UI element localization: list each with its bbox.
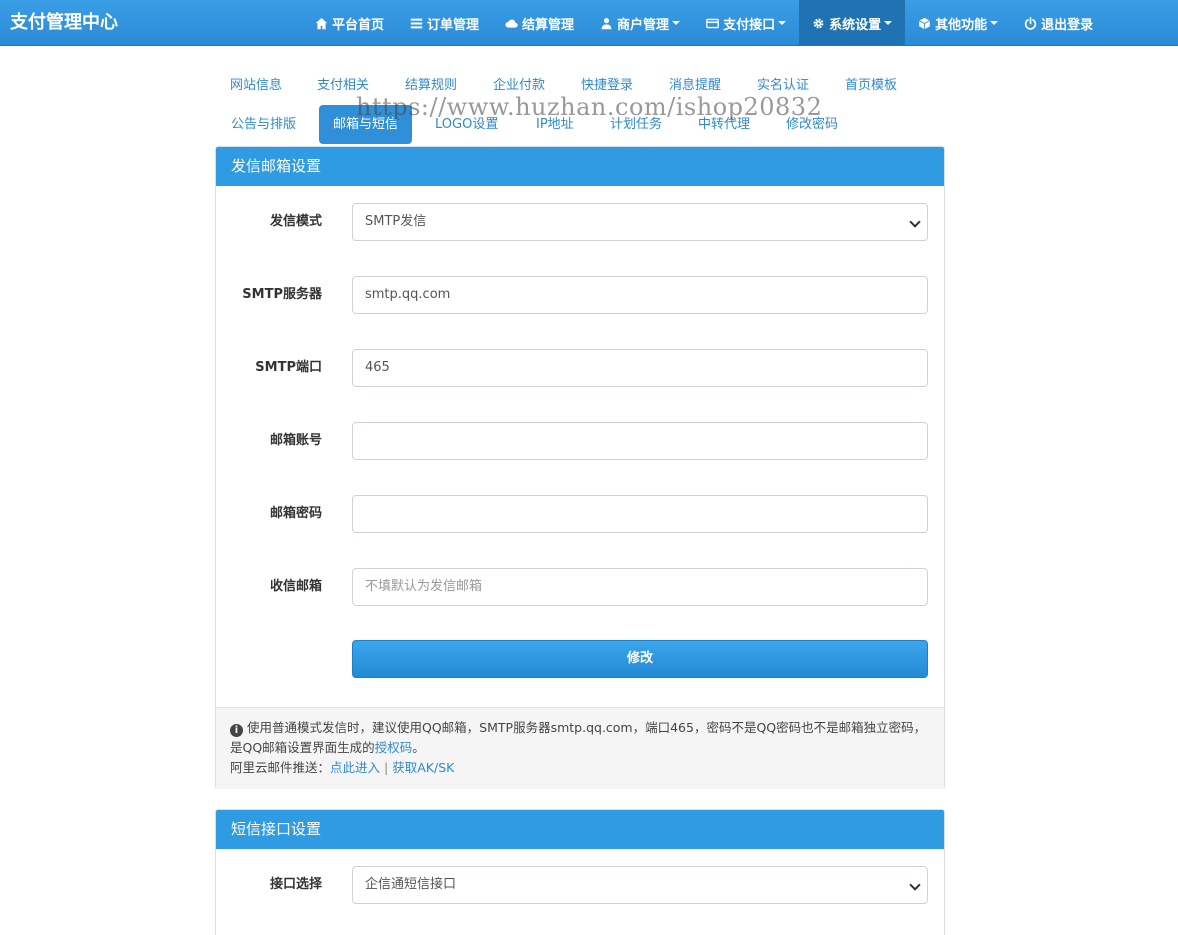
- caret-down-icon: [778, 21, 787, 25]
- chevron-down-icon: [909, 879, 921, 891]
- cube-icon: [919, 17, 931, 29]
- tab-payment[interactable]: 支付相关: [303, 66, 383, 105]
- field-label: 邮箱密码: [269, 506, 322, 521]
- tab-site-info[interactable]: 网站信息: [216, 66, 296, 105]
- aliyun-enter-link[interactable]: 点此进入: [330, 760, 380, 775]
- power-icon: [1024, 16, 1037, 30]
- tab-change-password[interactable]: 修改密码: [772, 105, 852, 144]
- nav-item-merchants[interactable]: 商户管理: [587, 0, 693, 46]
- form-row-email-password: 邮箱密码: [216, 495, 944, 533]
- nav-item-label: 系统设置: [829, 17, 882, 33]
- caret-down-icon: [990, 21, 999, 25]
- help-line-1: i 使用普通模式发信时，建议使用QQ邮箱，SMTP服务器smtp.qq.com，端…: [230, 718, 930, 758]
- form-row-sms-provider: 接口选择 企信通短信接口: [216, 866, 944, 904]
- nav-item-label: 支付接口: [723, 17, 776, 33]
- tab-announcement-layout[interactable]: 公告与排版: [217, 105, 310, 144]
- top-navbar: 支付管理中心 平台首页 订单管理 结算管理 商户管理 支付接口 系统设置 其他功…: [0, 0, 1178, 46]
- nav-item-logout[interactable]: 退出登录: [1011, 0, 1106, 46]
- field-label: 接口选择: [269, 877, 322, 892]
- tab-settlement-rules[interactable]: 结算规则: [391, 66, 471, 105]
- field-label: 邮箱账号: [269, 433, 322, 448]
- brand-title[interactable]: 支付管理中心: [10, 8, 118, 34]
- main-nav: 平台首页 订单管理 结算管理 商户管理 支付接口 系统设置 其他功能 退出登录: [302, 0, 1106, 46]
- field-label: SMTP服务器: [242, 287, 322, 302]
- tab-relay-proxy[interactable]: 中转代理: [684, 105, 764, 144]
- receive-email-input[interactable]: 不填默认为发信邮箱: [352, 568, 928, 606]
- form-row-smtp-server: SMTP服务器 smtp.qq.com: [216, 276, 944, 314]
- submit-button[interactable]: 修改: [352, 640, 928, 678]
- smtp-port-input[interactable]: 465: [352, 349, 928, 387]
- nav-item-settlement[interactable]: 结算管理: [492, 0, 587, 46]
- mail-help-footer: i 使用普通模式发信时，建议使用QQ邮箱，SMTP服务器smtp.qq.com，端…: [216, 707, 944, 789]
- nav-item-other-functions[interactable]: 其他功能: [905, 0, 1011, 46]
- get-aksk-link[interactable]: 获取AK/SK: [392, 760, 454, 775]
- form-row-receive-email: 收信邮箱 不填默认为发信邮箱: [216, 568, 944, 606]
- tab-homepage-template[interactable]: 首页模板: [831, 66, 911, 105]
- tab-email-sms[interactable]: 邮箱与短信: [319, 105, 413, 144]
- auth-code-link[interactable]: 授权码: [375, 740, 413, 755]
- field-label: SMTP端口: [255, 360, 322, 375]
- info-icon: i: [230, 724, 243, 737]
- panel-title: 发信邮箱设置: [216, 147, 944, 186]
- gear-icon: [813, 18, 824, 28]
- tab-ip-address[interactable]: IP地址: [522, 105, 588, 144]
- email-password-input[interactable]: [352, 495, 928, 533]
- nav-item-label: 订单管理: [427, 17, 480, 33]
- smtp-server-input[interactable]: smtp.qq.com: [352, 276, 928, 314]
- chevron-down-icon: [909, 216, 921, 228]
- credit-card-icon: [706, 18, 719, 28]
- list-icon: [410, 18, 423, 28]
- tab-notifications[interactable]: 消息提醒: [655, 66, 735, 105]
- field-label: 收信邮箱: [269, 579, 322, 594]
- email-account-input[interactable]: [352, 422, 928, 460]
- tab-logo-settings[interactable]: LOGO设置: [421, 105, 512, 144]
- panel-title: 短信接口设置: [216, 810, 944, 849]
- form-row-email-account: 邮箱账号: [216, 422, 944, 460]
- tab-enterprise-payment[interactable]: 企业付款: [479, 66, 559, 105]
- send-mode-select[interactable]: SMTP发信: [352, 203, 928, 241]
- nav-item-system-settings[interactable]: 系统设置: [799, 0, 906, 46]
- help-line-2: 阿里云邮件推送：点此进入 | 获取AK/SK: [230, 758, 930, 778]
- select-value: SMTP发信: [365, 214, 427, 229]
- nav-item-label: 平台首页: [332, 17, 385, 33]
- help-text: 使用普通模式发信时，建议使用QQ邮箱，SMTP服务器smtp.qq.com，端口…: [230, 720, 927, 755]
- nav-item-label: 结算管理: [522, 17, 575, 33]
- help-text-end: 。: [412, 740, 425, 755]
- home-icon: [315, 17, 328, 29]
- tab-scheduled-tasks[interactable]: 计划任务: [596, 105, 676, 144]
- nav-item-home[interactable]: 平台首页: [302, 0, 397, 46]
- select-value: 企信通短信接口: [365, 877, 457, 892]
- nav-item-orders[interactable]: 订单管理: [397, 0, 492, 46]
- nav-item-payment-api[interactable]: 支付接口: [693, 0, 799, 46]
- user-icon: [601, 17, 612, 29]
- cloud-icon: [505, 19, 518, 28]
- caret-down-icon: [672, 21, 681, 25]
- nav-item-label: 退出登录: [1041, 17, 1094, 33]
- aliyun-label: 阿里云邮件推送：: [230, 760, 331, 775]
- form-row-send-mode: 发信模式 SMTP发信: [216, 203, 944, 241]
- tab-quick-login[interactable]: 快捷登录: [567, 66, 647, 105]
- sms-settings-panel: 短信接口设置 接口选择 企信通短信接口: [215, 809, 945, 935]
- mail-settings-panel: 发信邮箱设置 发信模式 SMTP发信 SMTP服务器 smtp.qq.com S…: [215, 146, 945, 789]
- tab-real-name-auth[interactable]: 实名认证: [743, 66, 823, 105]
- sms-provider-select[interactable]: 企信通短信接口: [352, 866, 928, 904]
- field-label: 发信模式: [269, 214, 322, 229]
- nav-item-label: 商户管理: [617, 17, 670, 33]
- form-row-smtp-port: SMTP端口 465: [216, 349, 944, 387]
- link-separator: |: [384, 760, 389, 775]
- caret-down-icon: [884, 21, 893, 25]
- nav-item-label: 其他功能: [935, 17, 988, 33]
